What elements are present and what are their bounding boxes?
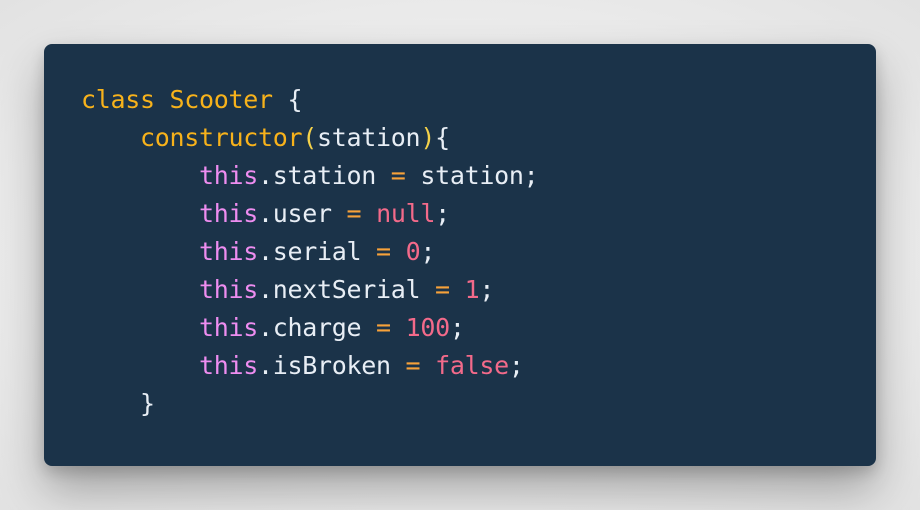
- operator-token: =: [405, 351, 421, 380]
- operator-token: =: [376, 313, 391, 342]
- this-token: this: [199, 275, 259, 304]
- this-token: this: [199, 161, 259, 190]
- constructor-token: constructor: [140, 123, 303, 152]
- brace-token: }: [140, 389, 155, 418]
- class-name-token: Scooter: [169, 85, 274, 114]
- semicolon-token: ;: [449, 313, 465, 342]
- semicolon-token: ;: [420, 237, 436, 266]
- code-line: constructor(station){: [81, 119, 538, 157]
- number-token: 100: [405, 313, 451, 342]
- code-line: this.serial = 0;: [81, 233, 538, 271]
- semicolon-token: ;: [435, 199, 450, 228]
- paren-token: ): [420, 123, 436, 152]
- operator-token: =: [346, 199, 362, 228]
- semicolon-token: ;: [508, 351, 524, 380]
- brace-token: {: [435, 123, 450, 152]
- code-line: this.isBroken = false;: [81, 347, 538, 385]
- number-token: 1: [464, 275, 480, 304]
- this-token: this: [199, 237, 259, 266]
- paren-token: (: [302, 123, 318, 152]
- literal-token: null: [376, 199, 436, 228]
- code-line: class Scooter {: [81, 81, 538, 119]
- property-token: .charge: [258, 313, 377, 342]
- value-token: station;: [405, 161, 539, 190]
- this-token: this: [199, 351, 259, 380]
- code-snippet-card: class Scooter { constructor(station){ th…: [44, 44, 876, 466]
- operator-token: =: [390, 161, 406, 190]
- keyword-token: class: [81, 85, 155, 114]
- code-line: }: [81, 385, 538, 423]
- code-line: this.user = null;: [81, 195, 538, 233]
- this-token: this: [199, 313, 259, 342]
- code-line: this.charge = 100;: [81, 309, 538, 347]
- literal-token: false: [435, 351, 509, 380]
- property-token: .station: [258, 161, 391, 190]
- property-token: .serial: [258, 237, 377, 266]
- property-token: .isBroken: [258, 351, 406, 380]
- number-token: 0: [405, 237, 421, 266]
- property-token: .user: [258, 199, 347, 228]
- operator-token: =: [376, 237, 391, 266]
- code-block: class Scooter { constructor(station){ th…: [81, 81, 539, 423]
- code-line: this.nextSerial = 1;: [81, 271, 538, 309]
- code-line: this.station = station;: [81, 157, 539, 195]
- property-token: .nextSerial: [258, 275, 436, 304]
- operator-token: =: [435, 275, 450, 304]
- brace-token: {: [272, 85, 303, 114]
- param-token: station: [317, 123, 421, 152]
- semicolon-token: ;: [479, 275, 495, 304]
- this-token: this: [199, 199, 259, 228]
